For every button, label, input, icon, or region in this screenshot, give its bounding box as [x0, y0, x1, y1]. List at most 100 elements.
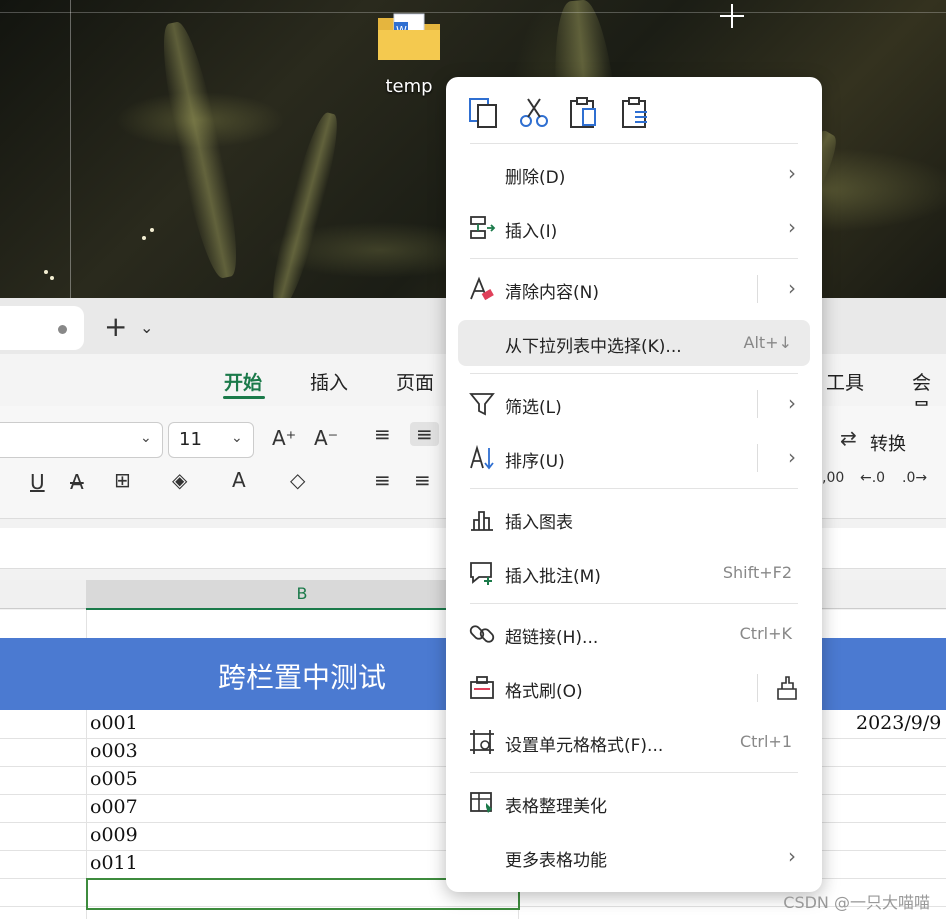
- paste-icon[interactable]: [566, 95, 602, 131]
- active-tab-indicator: [223, 396, 265, 399]
- menu-item-insert[interactable]: 插入(I) ›: [458, 205, 810, 251]
- border-icon[interactable]: ⊞: [114, 468, 131, 492]
- cut-icon[interactable]: [516, 95, 552, 131]
- menu-item-label: 排序(U): [505, 452, 565, 472]
- menu-item-insert-comment[interactable]: 插入批注(M) Shift+F2: [458, 550, 810, 596]
- tab-page[interactable]: 页面: [396, 368, 434, 395]
- font-color-icon[interactable]: A: [232, 468, 246, 492]
- menu-item-shortcut: Shift+F2: [722, 563, 792, 582]
- crosshair-cursor-icon: [720, 4, 744, 28]
- font-size-select[interactable]: 11 ⌄: [168, 422, 254, 458]
- brush-icon[interactable]: [774, 675, 800, 701]
- chevron-right-icon: ›: [788, 276, 796, 300]
- chevron-down-icon[interactable]: ⌄: [140, 318, 153, 337]
- menu-item-divider: [757, 390, 758, 418]
- comment-icon: [470, 562, 492, 585]
- menu-item-label: 更多表格功能: [505, 851, 607, 871]
- wallpaper-dot: [44, 270, 48, 274]
- menu-item-divider: [757, 444, 758, 472]
- comma-style-icon[interactable]: ,00: [822, 470, 844, 486]
- paste-special-icon[interactable]: [618, 95, 654, 131]
- date-cell[interactable]: 2023/9/9: [856, 712, 941, 734]
- fill-color-icon[interactable]: ◈: [172, 468, 187, 492]
- chevron-down-icon: ⌄: [140, 430, 152, 446]
- chevron-right-icon: ›: [788, 844, 796, 868]
- increase-decimal-icon[interactable]: .0→: [902, 470, 927, 486]
- decrease-decimal-icon[interactable]: ←.0: [860, 470, 885, 486]
- format-painter-icon: [470, 676, 494, 699]
- wallpaper-grass: [264, 109, 346, 298]
- menu-item-label: 从下拉列表中选择(K)...: [505, 337, 682, 357]
- cell-b[interactable]: o007: [90, 796, 138, 818]
- strikethrough-icon[interactable]: A: [70, 470, 84, 494]
- context-menu: 删除(D) › 插入(I) › 清除内容(N) › 从下拉列表中选择(K)...…: [446, 77, 822, 892]
- menu-item-insert-chart[interactable]: 插入图表: [458, 496, 810, 542]
- menu-item-sort[interactable]: 排序(U) ›: [458, 435, 810, 481]
- format-cells-icon: [470, 730, 494, 754]
- menu-divider: [470, 488, 798, 489]
- cell-b[interactable]: o011: [90, 852, 138, 874]
- menu-divider: [470, 258, 798, 259]
- menu-item-format-cells[interactable]: 设置单元格格式(F)... Ctrl+1: [458, 719, 810, 765]
- menu-item-pick-from-list[interactable]: 从下拉列表中选择(K)... Alt+↓: [458, 320, 810, 366]
- clear-format-icon[interactable]: ◇: [290, 468, 305, 492]
- menu-item-more-table-features[interactable]: 更多表格功能 ›: [458, 834, 810, 880]
- underline-icon[interactable]: U: [30, 470, 45, 494]
- menu-item-divider: [757, 674, 758, 702]
- align-top-icon[interactable]: ≡: [374, 422, 391, 446]
- insert-cells-icon: [470, 216, 496, 239]
- chevron-right-icon: ›: [788, 161, 796, 185]
- unsaved-dot-icon: [58, 325, 67, 334]
- menu-item-beautify-table[interactable]: 表格整理美化: [458, 780, 810, 826]
- decrease-font-icon[interactable]: A⁻: [314, 426, 338, 450]
- menu-item-shortcut: Ctrl+1: [739, 732, 792, 751]
- filter-icon: [469, 393, 495, 416]
- font-name-select[interactable]: ⌄: [0, 422, 163, 458]
- menu-item-label: 表格整理美化: [505, 797, 607, 817]
- cell-b[interactable]: o003: [90, 740, 138, 762]
- menu-item-format-painter[interactable]: 格式刷(O): [458, 665, 810, 711]
- menu-item-delete[interactable]: 删除(D) ›: [458, 151, 810, 197]
- chevron-right-icon: ›: [788, 215, 796, 239]
- wallpaper-dot: [150, 228, 154, 232]
- menu-item-hyperlink[interactable]: 超链接(H)... Ctrl+K: [458, 611, 810, 657]
- tab-start[interactable]: 开始: [224, 368, 262, 395]
- cell-b[interactable]: o005: [90, 768, 138, 790]
- folder-label[interactable]: temp: [372, 76, 446, 97]
- menu-item-clear-contents[interactable]: 清除内容(N) ›: [458, 266, 810, 312]
- menu-item-label: 删除(D): [505, 168, 566, 188]
- menu-item-label: 清除内容(N): [505, 283, 599, 303]
- copy-icon[interactable]: [466, 95, 502, 131]
- menu-item-label: 筛选(L): [505, 398, 562, 418]
- new-tab-button[interactable]: +: [104, 312, 127, 342]
- align-left-icon[interactable]: ≡: [374, 468, 391, 492]
- menu-divider: [470, 772, 798, 773]
- menu-item-shortcut: Alt+↓: [743, 333, 792, 352]
- menu-divider: [470, 143, 798, 144]
- increase-font-icon[interactable]: A⁺: [272, 426, 296, 450]
- eraser-icon: [470, 276, 494, 301]
- watermark: CSDN @一只大喵喵: [783, 893, 930, 912]
- wallpaper-line: [0, 12, 946, 13]
- chevron-right-icon: ›: [788, 391, 796, 415]
- align-center-icon[interactable]: ≡: [414, 468, 431, 492]
- tab-tools[interactable]: 工具: [826, 368, 864, 395]
- cell-b[interactable]: o001: [90, 712, 138, 734]
- convert-label[interactable]: 转换: [870, 430, 906, 456]
- folder-icon[interactable]: W: [376, 8, 442, 64]
- menu-divider: [470, 603, 798, 604]
- menu-item-label: 格式刷(O): [505, 682, 583, 702]
- document-tab[interactable]: [0, 306, 84, 350]
- wallpaper-dot: [50, 276, 54, 280]
- wallpaper-dot: [142, 236, 146, 240]
- menu-item-filter[interactable]: 筛选(L) ›: [458, 381, 810, 427]
- wallpaper-grass: [153, 18, 247, 282]
- menu-divider: [470, 373, 798, 374]
- align-middle-icon[interactable]: ≡: [410, 422, 439, 446]
- convert-icon[interactable]: ⇄: [840, 426, 857, 450]
- chevron-right-icon: ›: [788, 445, 796, 469]
- tab-insert[interactable]: 插入: [310, 368, 348, 395]
- chart-icon: [471, 511, 493, 531]
- menu-item-label: 设置单元格格式(F)...: [505, 736, 664, 756]
- cell-b[interactable]: o009: [90, 824, 138, 846]
